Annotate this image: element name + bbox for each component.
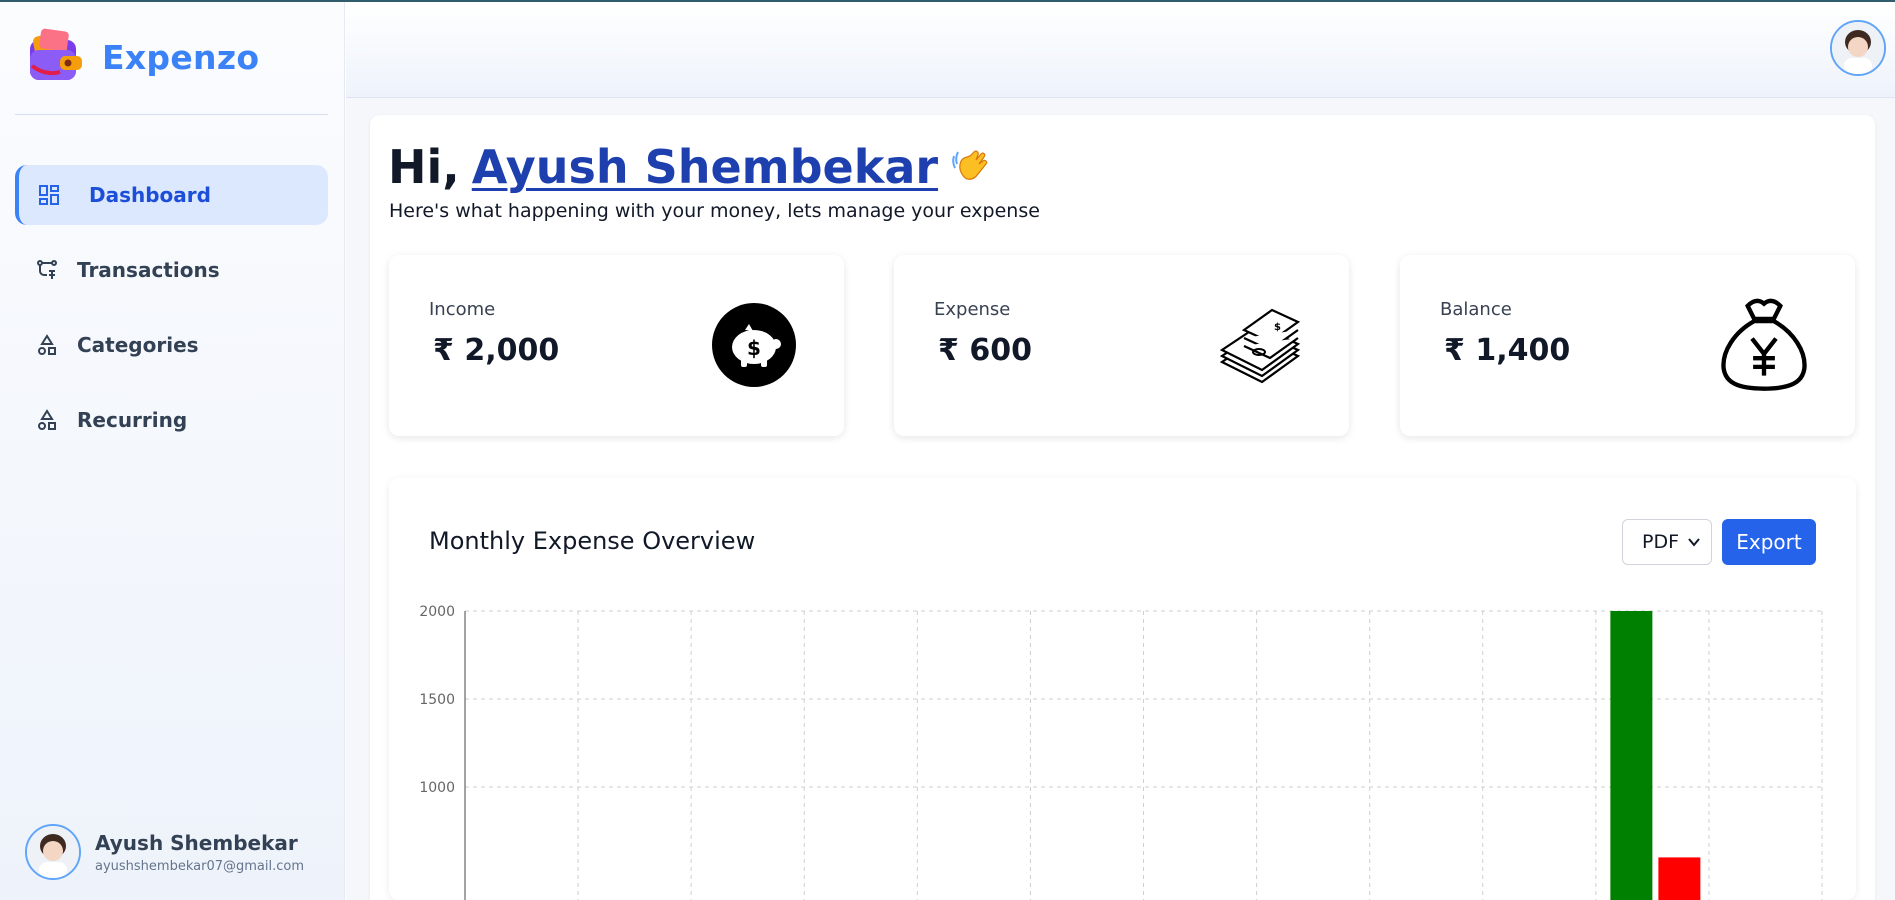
greeting-user-link[interactable]: Ayush Shembekar bbox=[472, 140, 938, 194]
expense-card: Expense ₹ 600 $ bbox=[894, 255, 1349, 436]
waving-hand-icon bbox=[952, 150, 988, 180]
stat-label: Income bbox=[429, 299, 496, 320]
user-name: Ayush Shembekar bbox=[95, 830, 298, 855]
stat-value: ₹ 600 bbox=[938, 333, 1032, 368]
sidebar: Expenzo Dashboard Transactions Categorie… bbox=[0, 2, 345, 900]
export-button[interactable]: Export bbox=[1722, 519, 1816, 565]
sidebar-item-label: Transactions bbox=[77, 258, 220, 282]
user-info: Ayush Shembekar ayushshembekar07@gmail.c… bbox=[95, 831, 304, 874]
sidebar-item-label: Dashboard bbox=[89, 183, 211, 207]
monthly-chart: 2000 1500 1000 bbox=[419, 604, 1823, 900]
piggy-bank-icon: $ bbox=[712, 303, 796, 387]
export-format-value: PDF bbox=[1642, 531, 1680, 553]
y-tick-label: 1500 bbox=[419, 692, 455, 708]
stat-label: Expense bbox=[934, 299, 1011, 320]
avatar bbox=[25, 824, 81, 880]
sidebar-item-dashboard[interactable]: Dashboard bbox=[15, 165, 328, 225]
divider bbox=[15, 114, 328, 115]
sidebar-item-transactions[interactable]: Transactions bbox=[15, 240, 328, 300]
stat-value: ₹ 1,400 bbox=[1444, 333, 1571, 368]
bar bbox=[1658, 857, 1701, 900]
greeting-subtitle: Here's what happening with your money, l… bbox=[389, 200, 1040, 222]
greeting-heading: Hi, Ayush Shembekar bbox=[388, 140, 994, 194]
income-card: Income ₹ 2,000 $ bbox=[389, 255, 844, 436]
y-tick-label: 2000 bbox=[419, 604, 455, 620]
dashboard-icon bbox=[36, 182, 62, 208]
svg-text:$: $ bbox=[747, 336, 761, 360]
top-header bbox=[346, 2, 1895, 98]
app-name: Expenzo bbox=[102, 37, 260, 77]
greeting-hi: Hi, bbox=[388, 140, 460, 194]
export-format-select[interactable]: PDF bbox=[1622, 519, 1712, 565]
user-email: ayushshembekar07@gmail.com bbox=[95, 858, 304, 874]
transactions-icon bbox=[34, 257, 60, 283]
user-profile[interactable]: Ayush Shembekar ayushshembekar07@gmail.c… bbox=[25, 824, 304, 880]
shapes-icon bbox=[34, 407, 60, 433]
sidebar-item-recurring[interactable]: Recurring bbox=[15, 390, 328, 450]
chart-title: Monthly Expense Overview bbox=[429, 527, 756, 555]
sidebar-item-categories[interactable]: Categories bbox=[15, 315, 328, 375]
y-tick-label: 1000 bbox=[419, 780, 455, 796]
wallet-logo-icon bbox=[30, 28, 82, 80]
brand[interactable]: Expenzo bbox=[26, 26, 259, 88]
money-bag-icon bbox=[1721, 298, 1807, 391]
stat-value: ₹ 2,000 bbox=[433, 333, 560, 368]
cash-stack-icon: $ bbox=[1219, 308, 1301, 384]
sidebar-nav: Dashboard Transactions Categories Recurr… bbox=[15, 165, 328, 465]
chevron-down-icon bbox=[1688, 538, 1700, 547]
svg-text:$: $ bbox=[1274, 322, 1281, 333]
balance-card: Balance ₹ 1,400 bbox=[1400, 255, 1855, 436]
header-avatar[interactable] bbox=[1830, 20, 1886, 76]
sidebar-item-label: Categories bbox=[77, 333, 199, 357]
shapes-icon bbox=[34, 332, 60, 358]
stat-label: Balance bbox=[1440, 299, 1512, 320]
sidebar-item-label: Recurring bbox=[77, 408, 188, 432]
bar bbox=[1610, 611, 1653, 900]
